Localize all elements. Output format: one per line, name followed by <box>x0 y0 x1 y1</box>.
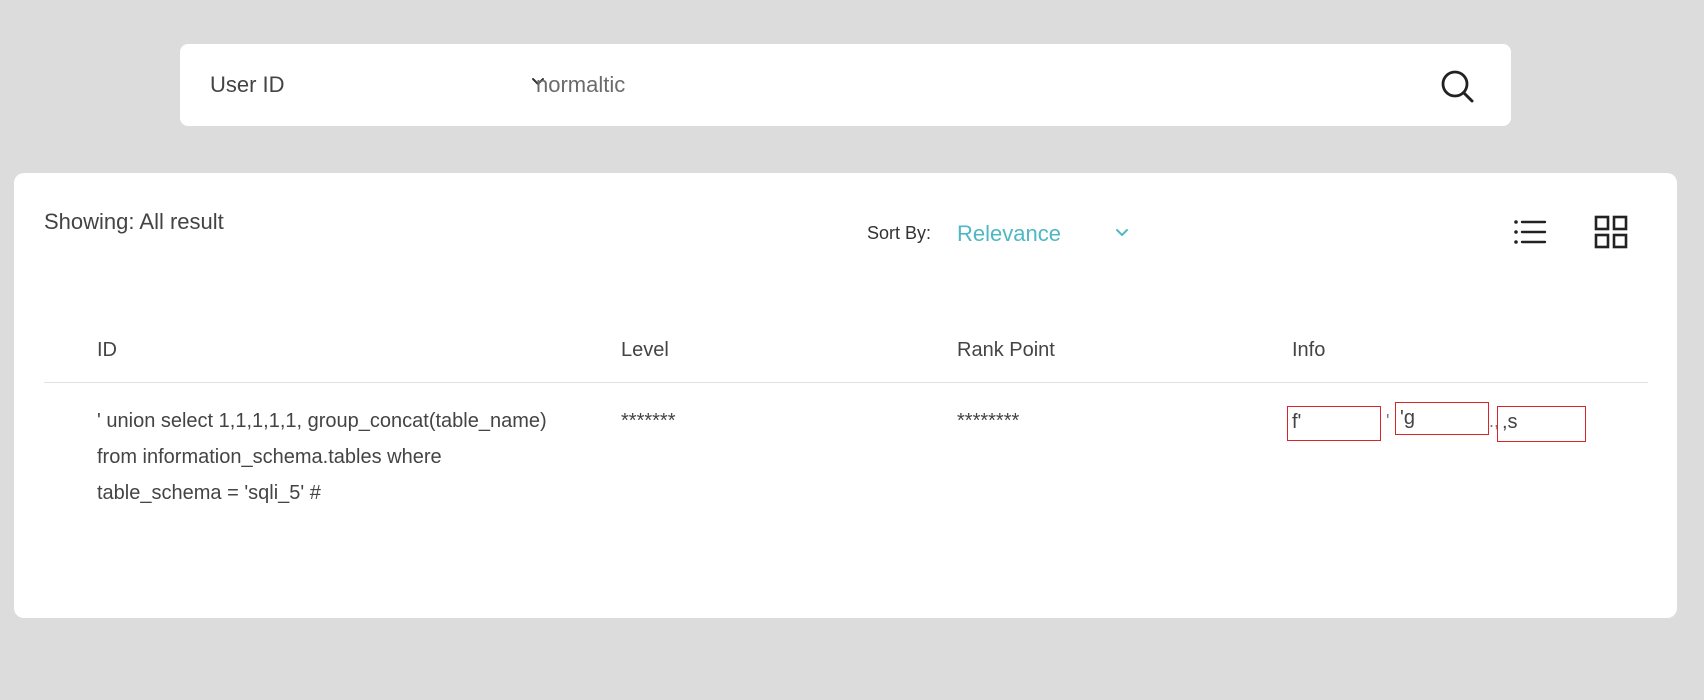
chevron-down-icon[interactable] <box>1112 223 1132 243</box>
search-bar: User ID <box>180 44 1511 126</box>
table-divider <box>44 382 1648 383</box>
results-panel: Showing: All result Sort By: Relevance I… <box>14 173 1677 618</box>
column-header-level: Level <box>621 339 669 361</box>
search-type-label: User ID <box>210 72 285 97</box>
table-cell-level: ******* <box>621 410 676 432</box>
table-cell-id: ' union select 1,1,1,1,1, group_concat(t… <box>97 403 577 511</box>
sort-label: Sort By: <box>867 223 932 243</box>
id-line: ' union select 1,1,1,1,1, group_concat(t… <box>97 410 547 432</box>
id-line: table_schema = 'sqli_5' # <box>97 482 321 504</box>
column-header-id: ID <box>97 339 117 361</box>
info-fragment: ' <box>1386 411 1390 431</box>
list-view-icon[interactable] <box>1513 217 1547 247</box>
search-input[interactable] <box>536 64 1436 106</box>
table-cell-rank-point: ******** <box>957 410 1020 432</box>
id-line: from information_schema.tables where <box>97 446 442 468</box>
info-highlight-box: ,s <box>1497 406 1586 442</box>
sort-select[interactable]: Relevance <box>957 221 1061 247</box>
showing-text: Showing: All result <box>44 209 224 234</box>
info-highlight-box: 'g <box>1395 402 1489 435</box>
column-header-info: Info <box>1292 339 1326 361</box>
search-icon[interactable] <box>1437 66 1477 106</box>
search-type-select[interactable]: User ID <box>210 44 544 126</box>
info-highlight-box: f' <box>1287 406 1381 441</box>
grid-view-icon[interactable] <box>1594 215 1628 249</box>
column-header-rank-point: Rank Point <box>957 339 1055 361</box>
